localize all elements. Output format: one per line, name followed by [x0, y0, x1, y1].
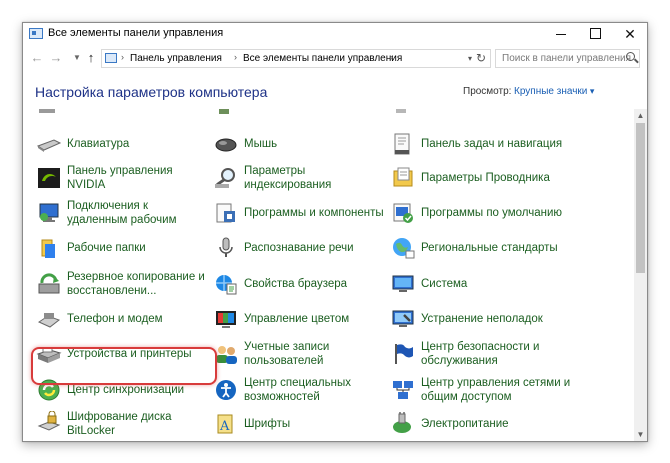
keyboard-icon: [36, 139, 62, 152]
cp-item-label: Региональные стандарты: [421, 242, 558, 254]
region-icon: [393, 238, 415, 259]
vertical-scrollbar[interactable]: ▲ ▼: [634, 109, 647, 441]
page-title: Настройка параметров компьютера: [35, 84, 268, 100]
search-icon[interactable]: [626, 52, 635, 61]
minimize-icon: [556, 34, 566, 36]
cp-item-label: Подключения к удаленным рабочим: [67, 200, 177, 226]
cp-item-label: Управление цветом: [244, 313, 350, 325]
indexing-icon: [215, 168, 235, 188]
control-panel-window: Все элементы панели управления ✕ ← → ▼ ↑…: [22, 22, 648, 442]
network-icon: [393, 381, 413, 399]
cp-item-label: Панель управления NVIDIA: [67, 165, 173, 191]
search-input[interactable]: Поиск в панели управления: [495, 49, 640, 68]
maximize-button[interactable]: [578, 23, 612, 45]
phone-modem-icon: [37, 313, 61, 328]
chevron-right-icon[interactable]: ›: [390, 52, 393, 62]
address-bar[interactable]: › Панель управления › Все элементы панел…: [101, 49, 491, 68]
control-panel-icon: [29, 28, 43, 39]
browser-icon: [216, 275, 237, 295]
nvidia-icon: [38, 168, 60, 188]
microphone-icon: [219, 237, 233, 257]
mouse-icon: [215, 138, 237, 152]
cp-item-label: Параметры Проводника: [421, 172, 550, 184]
partial-item-icon: [396, 109, 406, 113]
arrow-right-icon: →: [49, 50, 63, 65]
search-placeholder: Поиск в панели управления: [502, 53, 632, 64]
arrow-up-icon: ↑: [87, 50, 95, 65]
maximize-icon: [589, 28, 601, 40]
cp-item-label: Клавиатура: [67, 138, 130, 150]
partial-item-icon: [219, 109, 229, 114]
forward-button[interactable]: →: [48, 49, 64, 67]
programs-icon: [216, 203, 235, 223]
items-grid: Клавиатура Панель управления NVIDIA Подк…: [23, 109, 633, 441]
cp-item-label: Центр специальных возможностей: [244, 377, 351, 403]
refresh-icon[interactable]: ↻: [476, 51, 486, 65]
cp-item-label: Программы по умолчанию: [421, 207, 563, 219]
navigation-bar: ← → ▼ ↑ › Панель управления › Все элемен…: [23, 46, 647, 72]
cp-item-label: Панель задач и навигация: [421, 138, 563, 150]
close-button[interactable]: ✕: [613, 23, 647, 45]
cp-item-label: Распознавание речи: [244, 242, 354, 254]
address-dropdown-icon[interactable]: ▾: [468, 54, 472, 63]
cp-item-label: Рабочие папки: [67, 242, 146, 254]
chevron-right-icon[interactable]: ›: [234, 52, 237, 62]
back-button[interactable]: ←: [29, 49, 45, 67]
breadcrumb-all-items[interactable]: Все элементы панели управления: [243, 53, 402, 64]
cp-item-label: Центр безопасности и обслуживания: [421, 341, 540, 367]
backup-icon: [38, 273, 60, 294]
default-programs-icon: [393, 203, 413, 223]
cp-item-label: Учетные записи пользователей: [244, 341, 330, 367]
svg-text:A: A: [219, 419, 230, 434]
fonts-icon: A: [217, 414, 233, 434]
cp-item-label: Центр синхронизации: [67, 384, 185, 396]
scroll-down-icon[interactable]: ▼: [634, 428, 647, 441]
up-button[interactable]: ↑: [83, 49, 99, 67]
control-panel-icon: [105, 53, 117, 63]
folder-options-icon: [393, 167, 413, 187]
cp-item-label: Мышь: [244, 138, 278, 150]
accessibility-icon: [216, 380, 236, 400]
cp-item-label: Устранение неполадок: [421, 313, 543, 325]
scrollbar-thumb[interactable]: [636, 123, 645, 273]
color-management-icon: [216, 311, 236, 328]
highlight-frame: [31, 347, 217, 385]
security-flag-icon: [395, 344, 413, 364]
troubleshooting-icon: [392, 310, 414, 327]
cp-item-label: Резервное копирование и восстановлени...: [67, 271, 205, 297]
cp-item-label: Электропитание: [421, 418, 509, 430]
window-title: Все элементы панели управления: [48, 27, 224, 39]
cp-item-label: Шифрование диска BitLocker: [67, 411, 172, 437]
system-icon: [392, 275, 414, 292]
minimize-button[interactable]: [544, 23, 578, 45]
power-icon: [393, 412, 411, 433]
chevron-down-icon: ▼: [73, 53, 81, 62]
cp-item-label: Шрифты: [244, 418, 291, 430]
scroll-up-icon[interactable]: ▲: [634, 109, 647, 122]
view-mode-dropdown[interactable]: Крупные значки: [514, 86, 594, 97]
close-icon: ✕: [624, 26, 636, 42]
cp-item-label: Программы и компоненты: [244, 207, 384, 219]
partial-item-icon: [39, 109, 55, 113]
taskbar-icon: [394, 133, 410, 155]
cp-item-label: Центр управления сетями и общим доступом: [421, 377, 571, 403]
breadcrumb-control-panel[interactable]: Панель управления: [130, 53, 222, 64]
work-folders-icon: [41, 239, 55, 258]
title-bar[interactable]: Все элементы панели управления ✕: [23, 23, 647, 45]
arrow-left-icon: ←: [30, 50, 44, 65]
bitlocker-icon: [37, 411, 61, 431]
cp-item-label: Свойства браузера: [244, 278, 348, 290]
cp-item-label: Телефон и модем: [67, 313, 163, 325]
view-label: Просмотр:: [463, 86, 512, 97]
remote-desktop-icon: [39, 203, 59, 222]
cp-item-label: Параметры индексирования: [244, 165, 332, 191]
chevron-right-icon[interactable]: ›: [121, 52, 124, 62]
cp-item-label: Система: [421, 278, 468, 290]
